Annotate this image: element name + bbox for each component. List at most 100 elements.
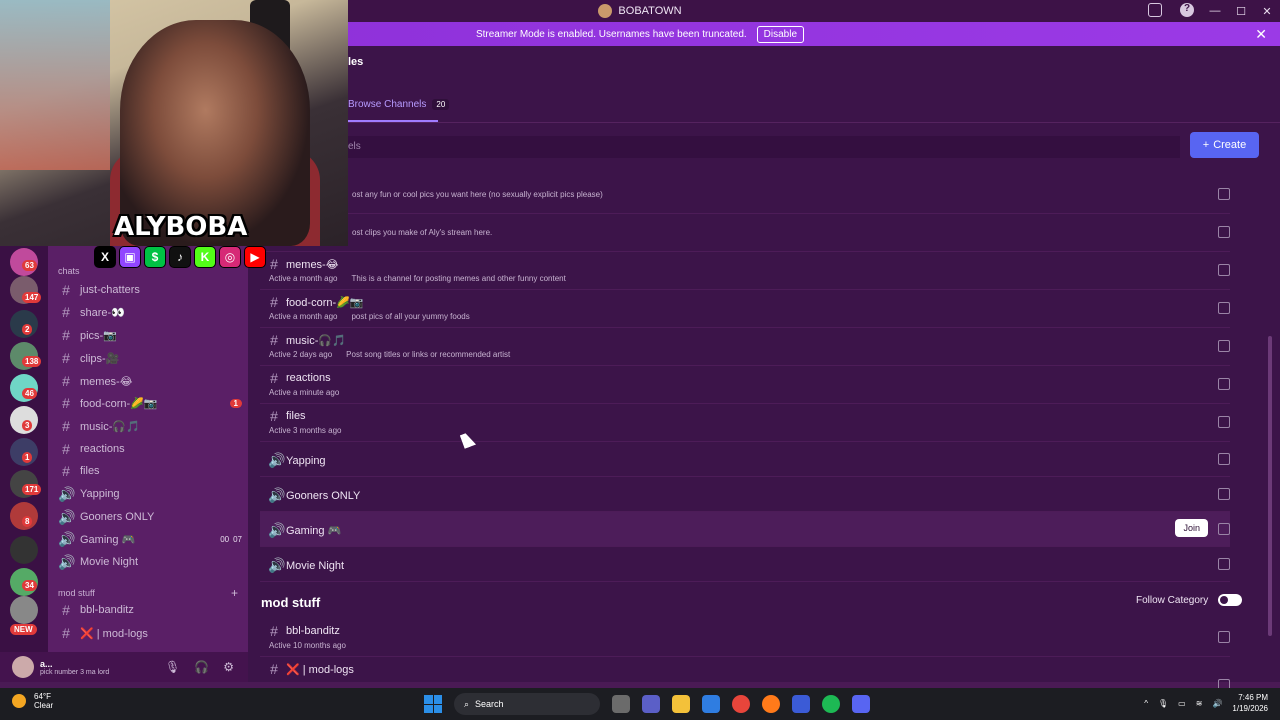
window-title: BOBATOWN — [598, 4, 682, 18]
taskbar-search-label: Search — [475, 699, 504, 709]
voice-channel-row[interactable]: 🔊 Movie Night — [260, 547, 1230, 582]
channel-name: # memes-😂 — [268, 256, 338, 272]
sidebar-channel[interactable]: # memes-😂 — [58, 371, 246, 391]
display-icon[interactable]: ▭ — [1178, 699, 1186, 708]
sidebar-channel[interactable]: # food-corn-🌽📷 1 — [58, 393, 246, 413]
speaker-icon: 🔊 — [268, 557, 286, 573]
microphone-tray-icon[interactable]: 🎙 — [1158, 699, 1168, 708]
speaker-icon: 🔊 — [58, 553, 76, 570]
sidebar-channel[interactable]: # files — [58, 461, 246, 481]
channel-name: 🔊 Yapping — [268, 452, 326, 469]
window-title-text: BOBATOWN — [618, 5, 682, 17]
sidebar-channel[interactable]: # clips-🎥 — [58, 348, 246, 368]
channel-name: # ❌ | mod-logs — [268, 661, 354, 677]
channel-checkbox[interactable] — [1218, 558, 1230, 570]
voice-channel-row[interactable]: 🔊 Gaming 🎮 Join — [260, 512, 1230, 547]
maximize-button[interactable]: ☐ — [1228, 5, 1254, 18]
follow-category-toggle[interactable] — [1218, 594, 1243, 606]
sidebar-channel[interactable]: # reactions — [58, 439, 246, 459]
discord-icon[interactable] — [852, 695, 870, 713]
microphone-icon[interactable]: 🎙 — [165, 660, 180, 674]
sidebar-channel[interactable]: # bbl-banditz — [58, 600, 246, 620]
firefox-icon[interactable] — [762, 695, 780, 713]
channel-checkbox[interactable] — [1218, 453, 1230, 465]
settings-app-icon[interactable] — [612, 695, 630, 713]
volume-icon[interactable]: 🔊 — [1212, 699, 1222, 708]
sidebar-channel[interactable]: 🔊 Movie Night — [58, 552, 246, 572]
sidebar-channel[interactable]: # music-🎧🎵 — [58, 416, 246, 436]
taskbar-search[interactable]: ⌕ Search — [454, 693, 600, 715]
server-icon[interactable] — [10, 596, 38, 624]
text-channel-row[interactable]: # files Active 3 months ago — [260, 404, 1230, 442]
avatar[interactable] — [12, 656, 34, 678]
join-voice-button[interactable]: Join — [1175, 519, 1208, 537]
wifi-icon[interactable]: ≋ — [1196, 699, 1203, 708]
scrollbar[interactable] — [1268, 336, 1272, 636]
sidebar-channel[interactable]: 🔊 Gaming 🎮 00 07 — [58, 529, 246, 549]
spotify-icon[interactable] — [822, 695, 840, 713]
copilot-icon[interactable] — [702, 695, 720, 713]
chrome-icon[interactable] — [732, 695, 750, 713]
app-icon[interactable] — [792, 695, 810, 713]
text-channel-row[interactable]: # music-🎧🎵 Active 2 days ago Post song titl… — [260, 328, 1230, 366]
windows-start-icon[interactable] — [424, 695, 442, 713]
voice-timer-a: 00 — [220, 534, 230, 544]
clock[interactable]: 7:46 PM 1/19/2026 — [1232, 692, 1268, 714]
help-icon[interactable]: ? — [1180, 3, 1194, 17]
voice-channel-row[interactable]: 🔊 Yapping — [260, 442, 1230, 477]
text-channel-row[interactable]: # memes-😂 Active a month ago This is a chan… — [260, 252, 1230, 290]
add-channel-icon[interactable]: + — [231, 586, 238, 600]
server-icon[interactable] — [10, 536, 38, 564]
banner-close-icon[interactable]: ✕ — [1255, 26, 1267, 43]
tab-browse-channels[interactable]: Browse Channels 20 — [348, 99, 450, 110]
headphones-icon[interactable]: 🎧 — [194, 660, 209, 674]
text-channel-row[interactable]: # reactions Active a minute ago — [260, 366, 1230, 404]
channel-activity: Active 3 months ago — [269, 426, 342, 435]
channel-checkbox[interactable] — [1218, 264, 1230, 276]
disable-streamer-mode-button[interactable]: Disable — [756, 25, 805, 43]
teams-app-icon[interactable] — [642, 695, 660, 713]
channel-checkbox[interactable] — [1218, 226, 1230, 238]
category-header-mod-stuff: mod stuff — [261, 595, 321, 610]
category-chats[interactable]: chats — [58, 266, 80, 276]
channel-checkbox[interactable] — [1218, 378, 1230, 390]
sidebar-channel[interactable]: 🔊 Gooners ONLY — [58, 507, 246, 527]
channel-name-text: ❌ | mod-logs — [286, 663, 354, 676]
channel-subtitle: Active 2 days ago Post song titles or lin… — [269, 350, 510, 359]
weather-widget[interactable]: 64°F Clear — [12, 692, 53, 710]
channel-checkbox[interactable] — [1218, 302, 1230, 314]
unread-badge: 1 — [229, 398, 242, 408]
sidebar-channel[interactable]: 🔊 Yapping — [58, 484, 246, 504]
minimize-button[interactable]: — — [1202, 5, 1228, 17]
new-badge: NEW — [10, 624, 37, 635]
hashtag-icon: # — [270, 408, 278, 424]
channel-description: ost clips you make of Aly's stream here. — [352, 228, 493, 237]
channel-checkbox[interactable] — [1218, 188, 1230, 200]
channel-checkbox[interactable] — [1218, 488, 1230, 500]
create-channel-button[interactable]: + Create — [1190, 132, 1259, 158]
category-mod-stuff[interactable]: mod stuff — [58, 588, 95, 598]
sidebar-channel[interactable]: # ❌ | mod-logs — [58, 623, 246, 643]
channel-checkbox[interactable] — [1218, 631, 1230, 643]
sidebar-channel[interactable]: # just-chatters — [58, 280, 246, 300]
gear-icon[interactable]: ⚙ — [223, 660, 234, 674]
file-explorer-icon[interactable] — [672, 695, 690, 713]
channel-checkbox[interactable] — [1218, 340, 1230, 352]
text-channel-row[interactable]: # bbl-banditz Active 10 months ago — [260, 619, 1230, 657]
channel-checkbox[interactable] — [1218, 416, 1230, 428]
channel-search-input[interactable]: els — [348, 136, 1180, 158]
sidebar-channel-label: pics-📷 — [80, 329, 117, 342]
voice-channel-row[interactable]: 🔊 Gooners ONLY — [260, 477, 1230, 512]
close-button[interactable]: ✕ — [1254, 5, 1280, 18]
channel-subtitle: Active a month ago This is a channel for … — [269, 274, 566, 283]
sidebar-channel[interactable]: # share-👀 — [58, 302, 246, 322]
social-icons: X ▣ $ ♪ K ◎ ▶ — [94, 246, 266, 268]
sidebar-channel[interactable]: # pics-📷 — [58, 325, 246, 345]
channel-checkbox[interactable] — [1218, 523, 1230, 535]
chevron-up-icon[interactable]: ^ — [1144, 699, 1148, 708]
text-channel-row[interactable]: # food-corn-🌽📷 Active a month ago post pics… — [260, 290, 1230, 328]
follow-category[interactable]: Follow Category — [1136, 594, 1243, 606]
text-channel-row[interactable]: ost any fun or cool pics you want here (… — [260, 176, 1230, 214]
text-channel-row[interactable]: ost clips you make of Aly's stream here. — [260, 214, 1230, 252]
inbox-icon[interactable] — [1148, 3, 1162, 17]
